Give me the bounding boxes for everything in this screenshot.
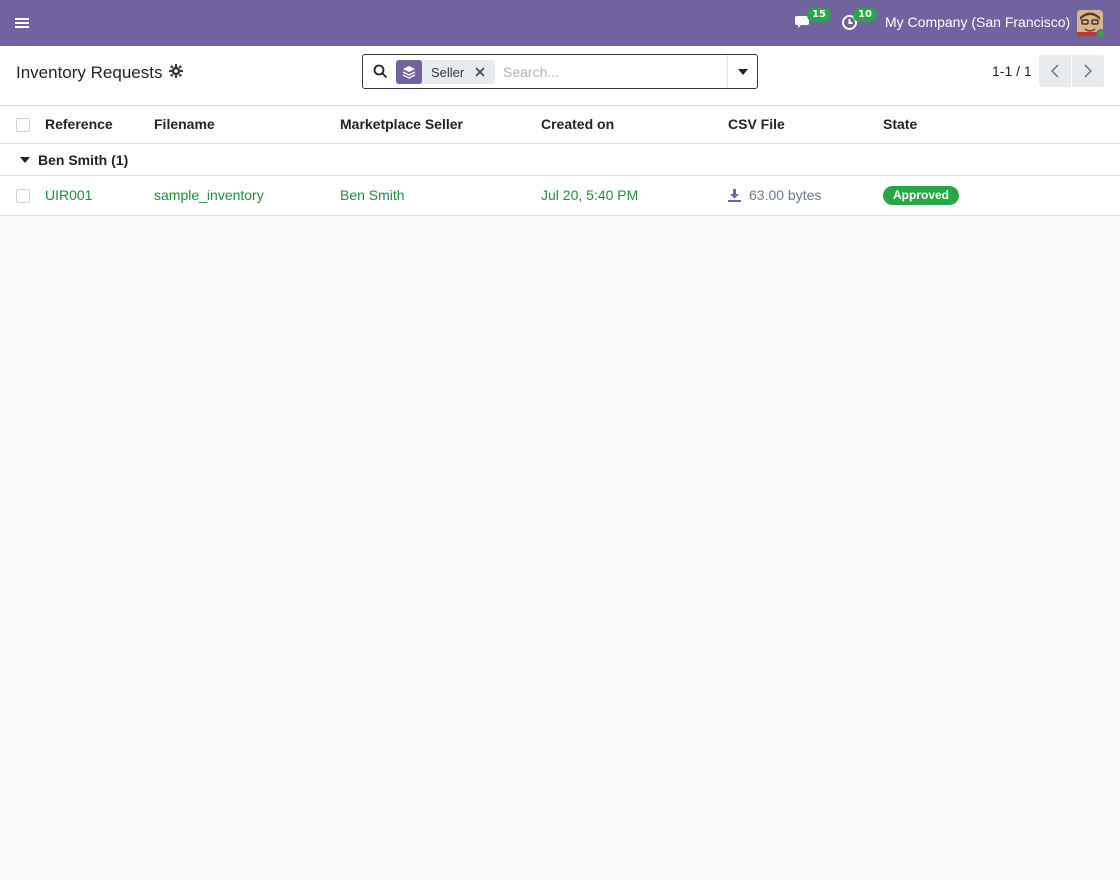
group-label: Ben Smith (1) [38, 152, 129, 168]
caret-down-icon [20, 157, 30, 163]
column-header-marketplace-seller[interactable]: Marketplace Seller [340, 116, 463, 132]
row-checkbox[interactable] [16, 189, 30, 203]
column-header-filename[interactable]: Filename [154, 116, 215, 132]
chevron-right-icon [1084, 64, 1092, 78]
csv-file-size: 63.00 bytes [749, 187, 822, 203]
column-header-state[interactable]: State [883, 116, 917, 132]
table-header: Reference Filename Marketplace Seller Cr… [0, 106, 1120, 144]
cell-csv-file[interactable]: 63.00 bytes [728, 187, 821, 203]
close-icon[interactable] [473, 65, 487, 79]
pager-previous-button[interactable] [1039, 55, 1071, 87]
page-title: Inventory Requests [16, 63, 163, 82]
search-icon[interactable] [373, 64, 388, 79]
search-options-toggle[interactable] [727, 55, 757, 88]
top-navbar: 15 10 My Company (San Francisco) [0, 0, 1120, 46]
layers-icon [396, 60, 422, 84]
cell-reference: UIR001 [45, 187, 93, 203]
facet-label: Seller [431, 64, 465, 80]
search-facet-seller[interactable]: Seller [396, 60, 495, 84]
company-switcher[interactable]: My Company (San Francisco) [885, 14, 1070, 30]
select-all-checkbox[interactable] [16, 118, 30, 132]
menu-icon[interactable] [12, 12, 32, 34]
search-input[interactable] [503, 61, 723, 83]
avatar[interactable] [1077, 10, 1106, 39]
table-row[interactable]: UIR001 sample_inventory Ben Smith Jul 20… [0, 176, 1120, 216]
download-icon [728, 188, 741, 202]
messages-badge: 15 [807, 8, 831, 22]
control-panel: Inventory Requests Seller Search... 1-1 … [0, 46, 1120, 106]
column-header-csv-file[interactable]: CSV File [728, 116, 785, 132]
messages-button[interactable]: 15 [795, 8, 831, 34]
status-badge: Approved [883, 186, 960, 205]
presence-indicator [1096, 29, 1106, 39]
pager-next-button[interactable] [1072, 55, 1104, 87]
column-header-reference[interactable]: Reference [45, 116, 113, 132]
cell-filename: sample_inventory [154, 187, 264, 203]
caret-down-icon [737, 68, 748, 75]
activities-button[interactable]: 10 [841, 8, 877, 34]
pager-value[interactable]: 1-1 / 1 [992, 63, 1032, 79]
list-view-table: Reference Filename Marketplace Seller Cr… [0, 106, 1120, 216]
group-row-ben-smith[interactable]: Ben Smith (1) [0, 144, 1120, 176]
cell-created-on: Jul 20, 5:40 PM [541, 187, 639, 203]
cell-marketplace-seller: Ben Smith [340, 187, 405, 203]
chevron-left-icon [1051, 64, 1059, 78]
gear-icon[interactable] [169, 64, 183, 78]
column-header-created-on[interactable]: Created on [541, 116, 614, 132]
activities-badge: 10 [853, 8, 877, 22]
search-bar: Seller [362, 54, 758, 89]
